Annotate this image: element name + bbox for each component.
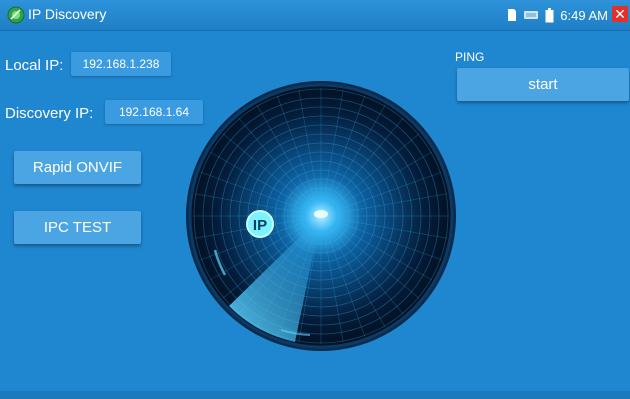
ping-start-button[interactable]: start	[457, 68, 629, 101]
ipc-test-button[interactable]: IPC TEST	[14, 211, 141, 244]
rapid-onvif-button[interactable]: Rapid ONVIF	[14, 151, 141, 184]
network-icon	[524, 11, 539, 19]
battery-icon	[545, 7, 554, 22]
local-ip-field[interactable]: 192.168.1.238	[71, 52, 171, 76]
app-icon	[7, 6, 25, 24]
sd-card-icon	[508, 9, 517, 21]
bottom-bar	[0, 391, 630, 399]
close-icon[interactable]: ✕	[612, 6, 628, 22]
page-title: IP Discovery	[28, 6, 107, 22]
local-ip-label: Local IP:	[5, 57, 64, 74]
discovery-ip-label: Discovery IP:	[5, 105, 94, 122]
ping-label: PING	[455, 50, 485, 64]
ip-badge-label: IP	[253, 217, 267, 234]
radar-display: IP	[185, 80, 457, 352]
radar-graphic: IP	[186, 81, 456, 351]
status-bar: 6:49 AM	[507, 6, 608, 24]
title-bar: IP Discovery 6:49 AM ✕	[0, 0, 630, 31]
clock: 6:49 AM	[560, 7, 608, 23]
